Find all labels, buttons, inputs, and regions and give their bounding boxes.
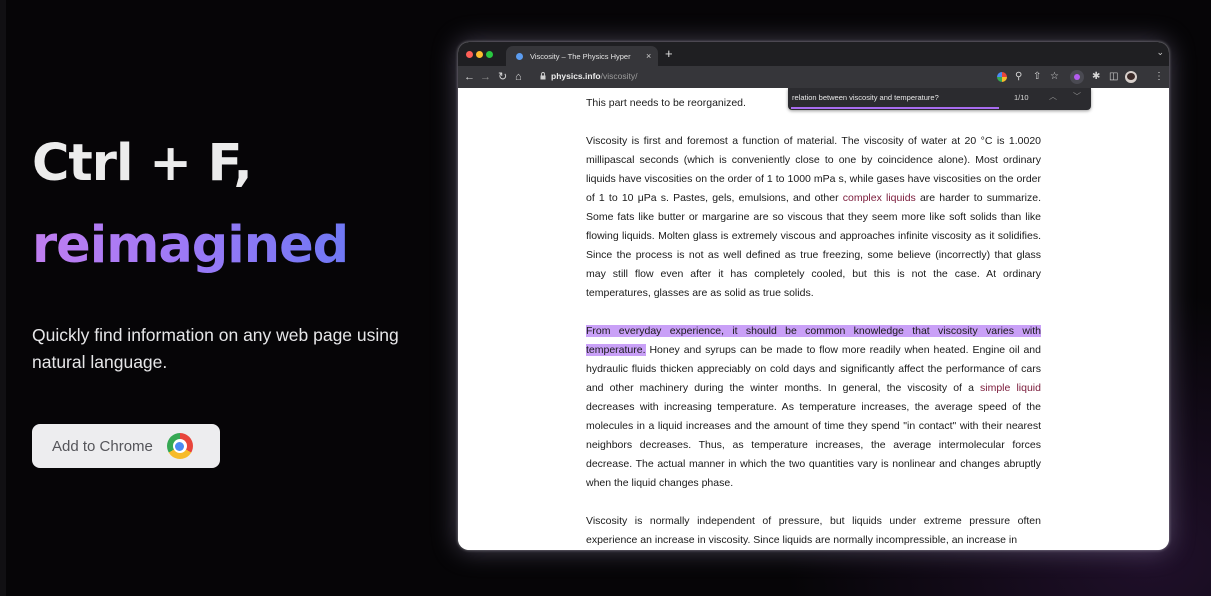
url-host: physics.info [551,71,601,81]
back-arrow-icon[interactable]: ← [464,70,475,84]
find-next-chevron-icon[interactable]: ﹀ [1073,91,1081,102]
paragraph-2: From everyday experience, it should be c… [586,322,1041,493]
maximize-window-icon[interactable] [486,51,493,58]
find-bar: relation between viscosity and temperatu… [788,88,1091,110]
zoom-icon[interactable]: ⚲ [1015,70,1022,84]
paragraph-2-text-b: decreases with increasing temperature. A… [586,401,1041,489]
left-edge-divider [0,0,6,596]
paragraph-2-text-a: Honey and syrups can be made to flow mor… [586,344,1041,394]
reload-icon[interactable]: ↻ [498,70,507,84]
hero-title-line1: Ctrl + F, [32,134,253,193]
add-to-chrome-label: Add to Chrome [52,437,153,455]
find-input-underline [791,107,999,109]
minimize-window-icon[interactable] [476,51,483,58]
tab-bar: Viscosity – The Physics Hyper × + ⌄ [458,42,1169,66]
chrome-logo-icon [166,433,193,459]
home-icon[interactable]: ⌂ [515,70,522,84]
find-match-count: 1/10 [1014,93,1029,102]
share-icon[interactable]: ⇧ [1033,70,1041,84]
extension-icon[interactable] [1070,70,1084,84]
lock-icon [540,72,546,80]
simple-liquid-link[interactable]: simple liquid [980,382,1041,394]
add-to-chrome-button[interactable]: Add to Chrome [32,424,220,468]
paragraph-3: Viscosity is normally independent of pre… [586,515,1041,546]
google-icon[interactable] [997,72,1007,82]
tab-title: Viscosity – The Physics Hyper [530,51,631,61]
url-path: /viscosity/ [600,71,638,81]
hero-subtitle: Quickly find information on any web page… [32,325,399,372]
address-bar[interactable]: physics.info/viscosity/ [551,71,637,81]
profile-avatar[interactable] [1125,71,1137,83]
paragraph-1: Viscosity is first and foremost a functi… [586,132,1041,303]
page-content: This part needs to be reorganized. Visco… [458,88,1169,550]
browser-toolbar: ← → ↻ ⌂ physics.info/viscosity/ ⚲ ⇧ ☆ ✱ … [458,66,1169,88]
complex-liquids-link[interactable]: complex liquids [843,192,916,204]
find-query-input[interactable]: relation between viscosity and temperatu… [792,93,994,102]
extension-dot [1074,74,1080,80]
favicon-icon [516,52,523,60]
browser-window: Viscosity – The Physics Hyper × + ⌄ ← → … [458,42,1169,550]
forward-arrow-icon[interactable]: → [480,70,491,84]
kebab-menu-icon[interactable]: ⋮ [1154,70,1164,84]
find-prev-chevron-icon[interactable]: ︿ [1049,91,1057,102]
side-panel-icon[interactable]: ◫ [1109,70,1118,84]
close-window-icon[interactable] [466,51,473,58]
bookmark-star-icon[interactable]: ☆ [1050,70,1059,84]
tab-list-chevron-icon[interactable]: ⌄ [1156,47,1164,58]
hero-title-line2: reimagined [32,214,349,278]
paragraph-1-text-b: are harder to summarize. Some fats like … [586,192,1041,299]
tab-viscosity[interactable]: Viscosity – The Physics Hyper × [506,46,658,66]
new-tab-button[interactable]: + [665,46,673,62]
extensions-puzzle-icon[interactable]: ✱ [1092,70,1100,84]
tab-close-icon[interactable]: × [646,51,651,61]
